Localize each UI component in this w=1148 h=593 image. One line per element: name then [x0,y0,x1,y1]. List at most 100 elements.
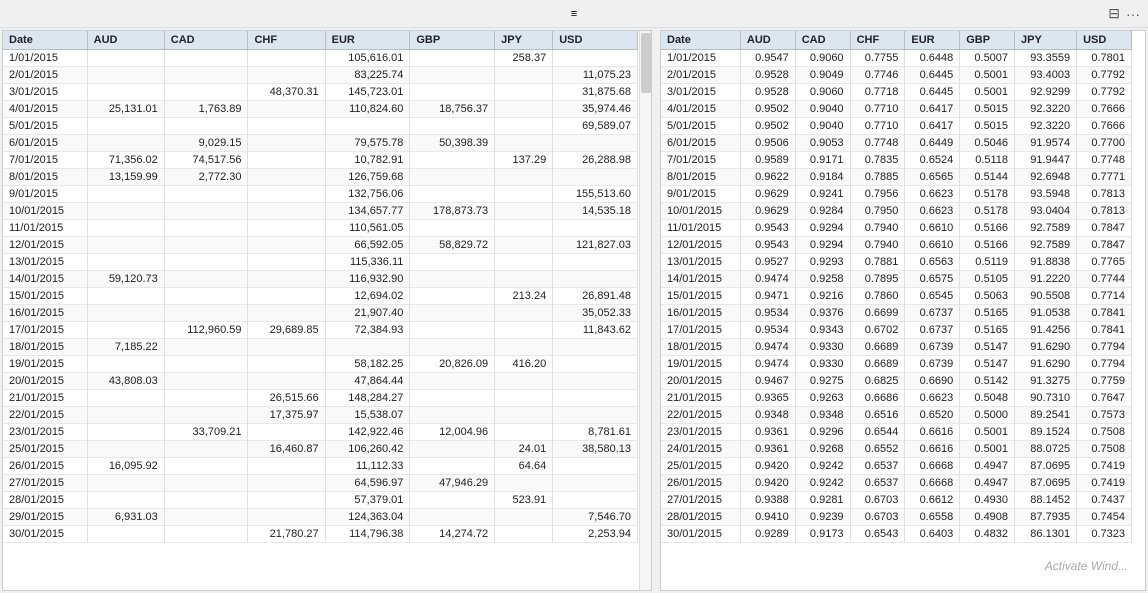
right-table-panel: DateAUDCADCHFEURGBPJPYUSD 1/01/20150.954… [660,30,1146,591]
right-value-cell: 0.7794 [1077,339,1132,356]
left-value-cell [553,220,638,237]
right-date-cell: 16/01/2015 [661,305,740,322]
left-value-cell [164,441,248,458]
right-date-cell: 15/01/2015 [661,288,740,305]
right-value-cell: 0.7860 [850,288,905,305]
right-value-cell: 87.0695 [1015,458,1077,475]
left-date-cell: 30/01/2015 [3,526,87,543]
left-date-cell: 16/01/2015 [3,305,87,322]
right-value-cell: 0.7437 [1077,492,1132,509]
left-date-cell: 4/01/2015 [3,101,87,118]
left-date-cell: 14/01/2015 [3,271,87,288]
right-date-cell: 17/01/2015 [661,322,740,339]
right-col-header-cad: CAD [795,31,850,50]
left-value-cell [410,492,495,509]
left-value-cell: 26,288.98 [553,152,638,169]
watermark: Activate Wind... [1045,559,1128,573]
right-value-cell: 0.9543 [740,237,795,254]
right-value-cell: 0.9060 [795,84,850,101]
right-value-cell: 0.7885 [850,169,905,186]
left-table-row: 15/01/201512,694.02213.2426,891.48 [3,288,638,305]
left-value-cell: 1,763.89 [164,101,248,118]
left-value-cell [495,475,553,492]
left-value-cell [248,254,325,271]
left-date-cell: 9/01/2015 [3,186,87,203]
left-value-cell [87,254,164,271]
left-value-cell [248,118,325,135]
right-value-cell: 0.7454 [1077,509,1132,526]
left-value-cell: 58,829.72 [410,237,495,254]
left-value-cell [495,305,553,322]
right-value-cell: 0.9361 [740,424,795,441]
right-col-header-gbp: GBP [960,31,1015,50]
right-value-cell: 0.6668 [905,458,960,475]
right-value-cell: 0.9534 [740,305,795,322]
right-value-cell: 0.4908 [960,509,1015,526]
right-date-cell: 20/01/2015 [661,373,740,390]
right-table-row: 8/01/20150.96220.91840.78850.65650.51449… [661,169,1132,186]
left-value-cell [248,169,325,186]
right-value-cell: 0.6699 [850,305,905,322]
right-value-cell: 0.6516 [850,407,905,424]
right-value-cell: 0.9527 [740,254,795,271]
left-value-cell [87,220,164,237]
right-value-cell: 0.6739 [905,339,960,356]
right-table-row: 6/01/20150.95060.90530.77480.64490.50469… [661,135,1132,152]
right-value-cell: 0.7765 [1077,254,1132,271]
left-value-cell [553,492,638,509]
right-value-cell: 0.4832 [960,526,1015,543]
left-value-cell: 35,974.46 [553,101,638,118]
right-date-cell: 6/01/2015 [661,135,740,152]
right-value-cell: 0.7759 [1077,373,1132,390]
left-date-cell: 1/01/2015 [3,50,87,67]
menu-icon[interactable]: ··· [1126,6,1140,22]
right-value-cell: 93.5948 [1015,186,1077,203]
left-value-cell [248,101,325,118]
left-table-row: 30/01/201521,780.27114,796.3814,274.722,… [3,526,638,543]
left-value-cell [553,475,638,492]
left-value-cell: 57,379.01 [325,492,410,509]
right-value-cell: 0.5063 [960,288,1015,305]
left-value-cell: 31,875.68 [553,84,638,101]
left-value-cell: 25,131.01 [87,101,164,118]
right-value-cell: 0.7940 [850,220,905,237]
left-table-row: 28/01/201557,379.01523.91 [3,492,638,509]
right-table: DateAUDCADCHFEURGBPJPYUSD 1/01/20150.954… [661,31,1132,543]
right-value-cell: 0.6690 [905,373,960,390]
left-value-cell [87,475,164,492]
left-value-cell [410,390,495,407]
left-value-cell [495,424,553,441]
left-scrollbar[interactable] [639,31,651,590]
left-value-cell: 58,182.25 [325,356,410,373]
right-value-cell: 0.6563 [905,254,960,271]
left-value-cell [495,373,553,390]
right-value-cell: 87.0695 [1015,475,1077,492]
left-date-cell: 26/01/2015 [3,458,87,475]
right-value-cell: 0.7813 [1077,203,1132,220]
right-value-cell: 0.7841 [1077,305,1132,322]
left-value-cell: 124,363.04 [325,509,410,526]
left-value-cell [410,118,495,135]
right-value-cell: 0.7748 [850,135,905,152]
left-value-cell [248,458,325,475]
left-value-cell [248,220,325,237]
left-value-cell [495,526,553,543]
right-value-cell: 0.5178 [960,186,1015,203]
left-scrollbar-thumb[interactable] [641,33,651,93]
right-table-row: 23/01/20150.93610.92960.65440.66160.5001… [661,424,1132,441]
left-value-cell [87,407,164,424]
right-value-cell: 0.6565 [905,169,960,186]
left-value-cell [164,475,248,492]
left-value-cell [164,390,248,407]
left-value-cell: 7,185.22 [87,339,164,356]
right-value-cell: 0.7666 [1077,118,1132,135]
right-value-cell: 0.9296 [795,424,850,441]
right-value-cell: 0.5001 [960,67,1015,84]
left-value-cell [164,254,248,271]
left-table-row: 5/01/201569,589.07 [3,118,638,135]
right-value-cell: 0.9275 [795,373,850,390]
left-value-cell: 11,075.23 [553,67,638,84]
right-value-cell: 0.6668 [905,475,960,492]
maximize-icon[interactable]: ⊟ [1108,5,1120,22]
left-value-cell: 13,159.99 [87,169,164,186]
